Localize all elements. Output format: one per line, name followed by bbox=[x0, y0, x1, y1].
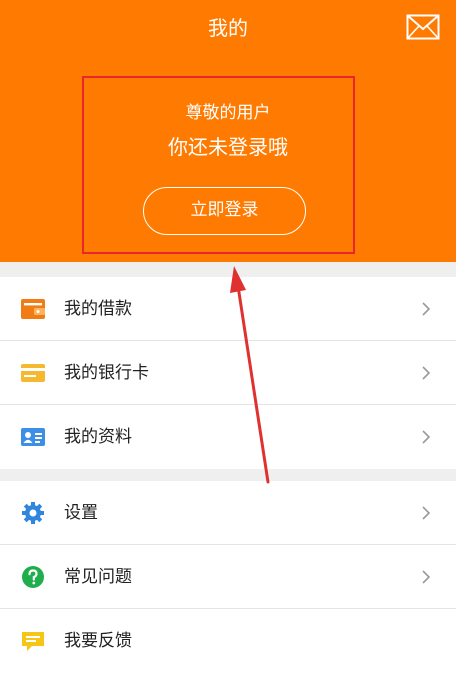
menu-item-bank-cards[interactable]: 我的银行卡 bbox=[0, 341, 456, 405]
menu-item-feedback[interactable]: 我要反馈 bbox=[0, 609, 456, 673]
bank-card-icon bbox=[21, 364, 45, 382]
gear-icon bbox=[22, 502, 44, 524]
question-icon bbox=[22, 566, 44, 588]
menu-item-label: 我要反馈 bbox=[64, 631, 132, 651]
menu-item-label: 我的资料 bbox=[64, 427, 132, 447]
mail-icon[interactable] bbox=[406, 14, 440, 40]
menu-item-label: 我的银行卡 bbox=[64, 363, 149, 383]
menu-item-profile[interactable]: 我的资料 bbox=[0, 405, 456, 469]
chevron-right-icon bbox=[422, 506, 431, 520]
login-button[interactable]: 立即登录 bbox=[143, 187, 306, 235]
menu-item-label: 设置 bbox=[64, 503, 98, 523]
chevron-right-icon bbox=[422, 366, 431, 380]
wallet-icon bbox=[21, 299, 45, 319]
not-logged-in-text: 你还未登录哦 bbox=[168, 135, 288, 159]
menu-item-faq[interactable]: 常见问题 bbox=[0, 545, 456, 609]
menu-item-label: 我的借款 bbox=[64, 299, 132, 319]
profile-card-icon bbox=[21, 428, 45, 446]
feedback-icon bbox=[22, 632, 44, 651]
menu-group-account: 我的借款 我的银行卡 我的资料 bbox=[0, 277, 456, 469]
menu-item-loans[interactable]: 我的借款 bbox=[0, 277, 456, 341]
menu-group-support: 设置 常见问题 我要反馈 bbox=[0, 481, 456, 673]
chevron-right-icon bbox=[422, 430, 431, 444]
chevron-right-icon bbox=[422, 570, 431, 584]
page-title: 我的 bbox=[208, 16, 248, 40]
menu-item-label: 常见问题 bbox=[64, 567, 132, 587]
chevron-right-icon bbox=[422, 302, 431, 316]
menu-item-settings[interactable]: 设置 bbox=[0, 481, 456, 545]
greeting-text: 尊敬的用户 bbox=[185, 103, 271, 123]
